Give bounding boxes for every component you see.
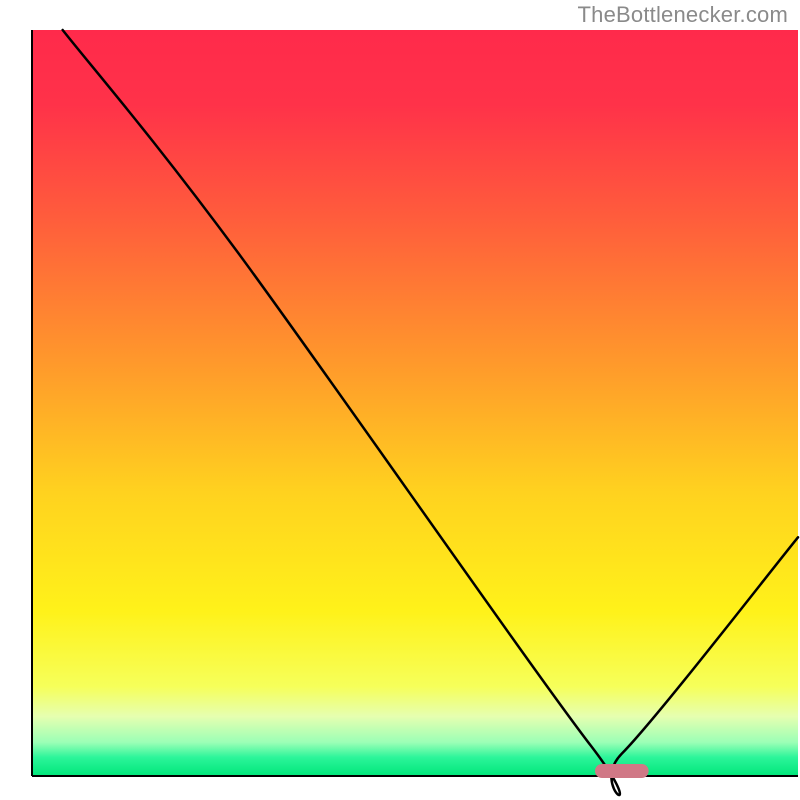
- optimal-marker: [595, 764, 649, 778]
- plot-background: [32, 30, 798, 776]
- bottleneck-chart: [0, 0, 800, 800]
